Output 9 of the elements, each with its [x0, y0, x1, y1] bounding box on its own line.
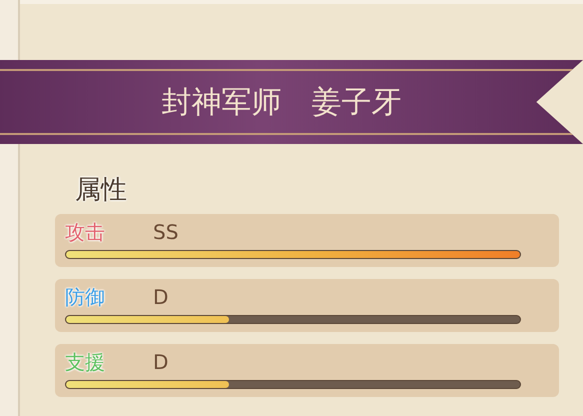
banner-name: 姜子牙 — [312, 84, 402, 122]
attribute-label: 支援 — [65, 349, 106, 376]
attribute-label: 攻击 — [65, 219, 106, 246]
attribute-grade: D — [153, 349, 168, 376]
banner-title: 封神军师 — [162, 84, 282, 122]
attribute-grade: SS — [153, 219, 178, 246]
section-title: 属性 — [75, 174, 128, 206]
attribute-grade: D — [153, 284, 168, 311]
attribute-label: 防御 — [65, 284, 106, 311]
